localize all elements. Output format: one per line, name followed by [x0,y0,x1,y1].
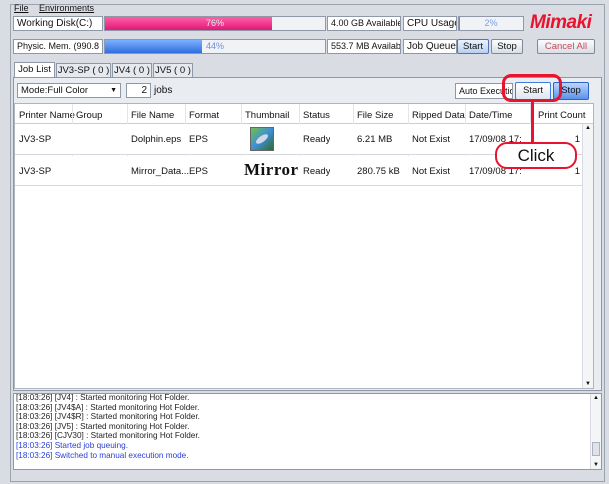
cell-size: 6.21 MB [357,134,393,145]
tab-job-list[interactable]: Job List [14,62,55,78]
callout-click-label: Click [495,142,577,169]
scroll-down-icon[interactable]: ▼ [591,461,601,469]
job-queue-stop-button[interactable]: Stop [491,39,523,54]
cpu-usage-bar: 2% [458,16,524,31]
job-queue-start-button[interactable]: Start [457,39,489,54]
log-line: [18:03:26] Switched to manual execution … [16,450,189,460]
working-disk-available: 4.00 GB Available [327,16,401,31]
working-disk-bar: 76% [104,16,326,31]
scroll-down-icon[interactable]: ▼ [583,380,593,388]
column-header[interactable]: Print Count [538,110,586,121]
column-header[interactable]: Date/Time [469,110,512,121]
chevron-down-icon: ▼ [110,87,117,94]
jobs-count: 2 [126,83,151,98]
scroll-up-icon[interactable]: ▲ [583,124,593,132]
log-line: [18:03:26] [JV4] : Started monitoring Ho… [16,393,190,402]
cancel-all-button[interactable]: Cancel All [537,39,595,54]
cell-size: 280.75 kB [357,166,400,177]
tab-jv5[interactable]: JV5 ( 0 ) [153,63,193,78]
column-header[interactable]: Printer Name [19,110,75,121]
cell-format: EPS [189,166,209,177]
jobs-unit-label: jobs [154,85,173,96]
cell-printer: JV3-SP [19,134,52,145]
cell-file: Dolphin.eps [131,134,182,145]
cell-format: EPS [189,134,209,145]
column-header[interactable]: Group [76,110,102,121]
job-queue-label: Job Queue [403,39,457,54]
menu-environments[interactable]: Environments [39,3,94,13]
log-scroll-thumb[interactable] [592,442,600,456]
cell-status: Ready [303,134,331,145]
callout-highlight [502,74,562,102]
cell-file: Mirror_Data... [131,166,190,177]
column-header[interactable]: File Name [131,110,174,121]
physical-memory-percent: 44% [205,41,224,51]
log-lines: [18:03:26] [JV4] : Started monitoring Ho… [16,393,586,467]
cell-ripped: Not Exist [412,134,451,145]
physical-memory-bar: 44% [104,39,326,54]
mimaki-logo: Mimaki [530,12,592,33]
tab-jv3-sp[interactable]: JV3-SP ( 0 ) [56,63,111,78]
column-header[interactable]: Thumbnail [245,110,289,121]
cpu-usage-percent: 2% [484,18,498,28]
dolphin-thumbnail [250,127,274,151]
log-vertical-scrollbar[interactable]: ▲ ▼ [590,394,601,469]
log-line: [18:03:26] [JV4$R] : Started monitoring … [16,412,200,422]
cpu-usage-label: CPU Usage(1) [403,16,457,31]
scroll-up-icon[interactable]: ▲ [591,394,601,402]
tab-jv4[interactable]: JV4 ( 0 ) [112,63,152,78]
menu-file[interactable]: File [14,3,29,13]
working-disk-label: Working Disk(C:) [13,16,103,31]
menu-bar: File Environments [14,3,102,13]
mirror-thumbnail: Mirror [244,160,299,179]
log-line: [18:03:26] Started job queuing. [16,440,128,450]
log-line: [18:03:26] [CJV30] : Started monitoring … [16,431,200,441]
column-header[interactable]: File Size [357,110,393,121]
cell-ripped: Not Exist [412,166,451,177]
mode-select[interactable]: Mode:Full Color ▼ [17,83,121,98]
mode-select-value: Mode:Full Color [21,85,89,96]
column-header[interactable]: Status [303,110,330,121]
log-line: [18:03:26] [JV4$A] : Started monitoring … [16,402,200,412]
callout-connector [531,101,534,144]
physical-memory-label: Physic. Mem. (990.8 MB) [13,39,103,54]
physical-memory-available: 553.7 MB Available [327,39,401,54]
log-line: [18:03:26] [JV5] : Started monitoring Ho… [16,421,190,431]
column-header[interactable]: Format [189,110,219,121]
table-vertical-scrollbar[interactable]: ▲ ▼ [582,124,593,388]
column-header[interactable]: Ripped Data [412,110,465,121]
working-disk-percent: 76% [205,18,224,28]
cell-status: Ready [303,166,331,177]
cell-printer: JV3-SP [19,166,52,177]
